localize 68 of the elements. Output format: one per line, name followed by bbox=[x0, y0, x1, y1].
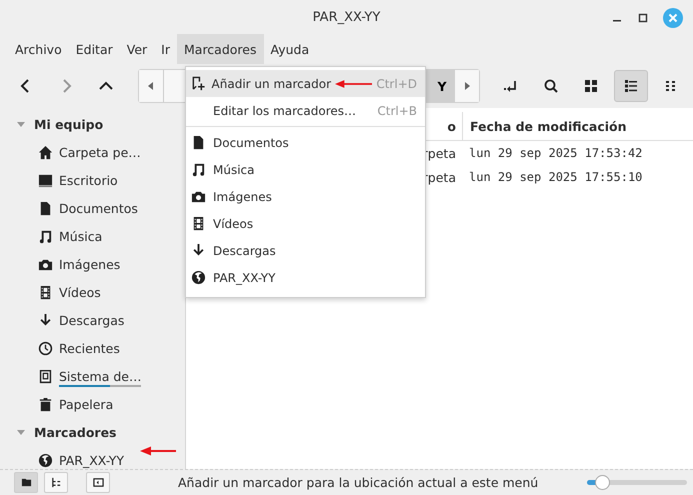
sidebar-item[interactable]: Documentos bbox=[59, 200, 138, 216]
menu-entry[interactable]: Descargas bbox=[186, 237, 425, 264]
zoom-slider[interactable] bbox=[587, 474, 687, 490]
section-title: Mi equipo bbox=[34, 116, 104, 132]
window-title: PAR_XX-YY bbox=[312, 10, 380, 24]
drive-icon bbox=[38, 368, 53, 384]
sidebar-item[interactable]: Vídeos bbox=[59, 284, 101, 300]
menu-item[interactable]: Ayuda bbox=[264, 34, 316, 64]
sidebar-item[interactable]: Escritorio bbox=[59, 172, 118, 188]
menu-entry[interactable]: PAR_XX-YY bbox=[186, 264, 425, 291]
download-icon bbox=[38, 312, 53, 328]
sidebar-icon bbox=[92, 477, 104, 488]
tree-icon bbox=[50, 477, 62, 488]
sidebar-item[interactable]: PAR_XX-YY bbox=[59, 452, 124, 468]
film-icon bbox=[191, 216, 206, 231]
location-icon bbox=[503, 78, 519, 94]
places-button[interactable] bbox=[14, 472, 38, 493]
menu-item[interactable]: Archivo bbox=[8, 34, 69, 64]
menu-item[interactable]: Ver bbox=[120, 34, 154, 64]
path-button[interactable]: Y bbox=[425, 70, 455, 102]
sidebar-item[interactable]: Imágenes bbox=[59, 256, 120, 272]
sidebar-item[interactable]: Papelera bbox=[59, 396, 114, 412]
menu-entry[interactable]: Documentos bbox=[186, 129, 425, 156]
search-icon bbox=[543, 78, 559, 94]
sidebar-item[interactable]: Descargas bbox=[59, 312, 124, 328]
bookmark-add-icon bbox=[191, 76, 206, 91]
left-triangle-icon bbox=[147, 82, 155, 90]
menu-item[interactable]: Editar bbox=[68, 34, 120, 64]
clock-icon bbox=[38, 340, 53, 356]
sidebar-item[interactable]: Carpeta pe… bbox=[59, 144, 141, 160]
pointer-arrow bbox=[335, 78, 372, 88]
globe-icon bbox=[191, 270, 206, 285]
sidebar-toggle-button[interactable] bbox=[86, 472, 110, 493]
music-icon bbox=[38, 228, 53, 244]
menu-entry[interactable]: Añadir un marcador Ctrl+D bbox=[186, 70, 425, 97]
section-title: Marcadores bbox=[34, 424, 117, 440]
camera-icon bbox=[191, 189, 206, 204]
sidebar-item[interactable]: Recientes bbox=[59, 340, 120, 356]
list-icon bbox=[623, 78, 639, 94]
table-cell-text: lun 29 sep 2025 17:53:42 bbox=[468, 145, 642, 162]
globe-icon bbox=[38, 452, 53, 468]
menu-entry[interactable]: Imágenes bbox=[186, 183, 425, 210]
maximize-icon[interactable] bbox=[637, 12, 649, 24]
download-icon bbox=[191, 243, 206, 258]
sidebar-item[interactable]: Música bbox=[59, 228, 102, 244]
doc-icon bbox=[191, 135, 206, 150]
pointer-arrow bbox=[140, 446, 176, 456]
music-icon bbox=[191, 162, 206, 177]
sidebar-item[interactable]: Sistema de… bbox=[59, 368, 142, 384]
menu-item[interactable]: Marcadores bbox=[177, 34, 264, 64]
column-header[interactable]: o bbox=[447, 118, 456, 134]
tree-button[interactable] bbox=[44, 472, 68, 493]
grid-icon bbox=[583, 78, 599, 94]
home-icon bbox=[38, 144, 53, 160]
column-header[interactable]: Fecha de modificación bbox=[462, 112, 627, 140]
desktop-icon bbox=[38, 172, 53, 188]
status-text: Añadir un marcador para la ubicación actual a este menú bbox=[178, 475, 538, 490]
list-button[interactable] bbox=[614, 70, 648, 102]
table-cell-text: lun 29 sep 2025 17:55:10 bbox=[468, 169, 642, 186]
menu-entry[interactable]: Editar los marcadores… Ctrl+B bbox=[186, 97, 425, 124]
menu-item[interactable]: Ir bbox=[154, 34, 177, 64]
menu-entry[interactable]: Música bbox=[186, 156, 425, 183]
film-icon bbox=[38, 284, 53, 300]
doc-icon bbox=[38, 200, 53, 216]
menu-entry[interactable]: Vídeos bbox=[186, 210, 425, 237]
right-triangle-icon bbox=[463, 82, 471, 90]
folder-icon bbox=[20, 477, 32, 488]
trash-icon bbox=[38, 396, 53, 412]
